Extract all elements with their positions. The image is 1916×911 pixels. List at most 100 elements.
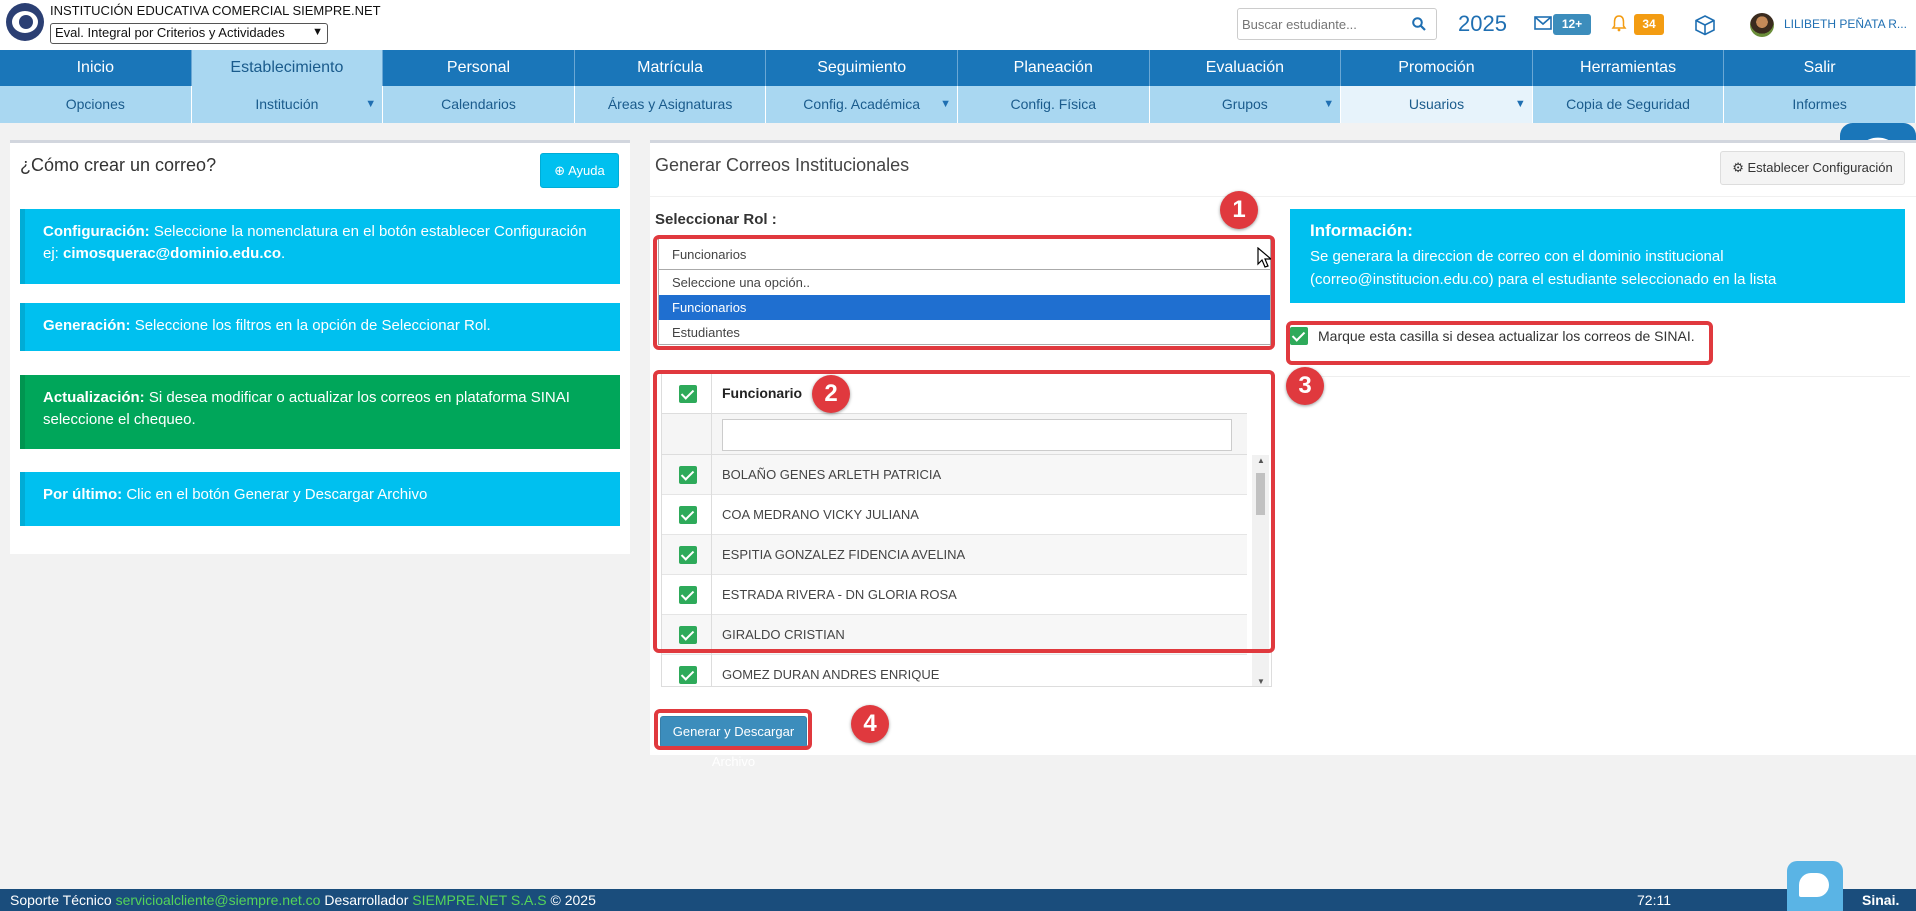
table-row[interactable]: GOMEZ DURAN ANDRES ENRIQUE (662, 655, 1247, 686)
row-check-cell (662, 535, 712, 575)
set-configuration-label: Establecer Configuración (1747, 160, 1893, 175)
subnav-opciones[interactable]: Opciones (0, 86, 192, 123)
subnav-calendarios[interactable]: Calendarios (383, 86, 575, 123)
nav-herramientas[interactable]: Herramientas (1532, 50, 1725, 86)
step-text: Seleccione los filtros en la opción de S… (130, 317, 491, 334)
panel-title: Generar Correos Institucionales (655, 155, 910, 175)
subnav-areas-asignaturas[interactable]: Áreas y Asignaturas (574, 86, 767, 123)
mail-icon[interactable] (1534, 16, 1552, 30)
role-select[interactable]: Funcionarios (658, 238, 1271, 270)
row-checkbox[interactable] (679, 626, 697, 644)
row-checkbox[interactable] (679, 586, 697, 604)
divider (1290, 376, 1910, 377)
instructions-title: ¿Cómo crear un correo? (20, 155, 217, 175)
messages-badge[interactable]: 12+ (1553, 14, 1591, 35)
caret-down-icon: ▼ (365, 98, 377, 110)
page-tools (1840, 123, 1916, 351)
evaluation-mode-select[interactable]: Eval. Integral por Criterios y Actividad… (50, 23, 328, 44)
table-row[interactable]: BOLAÑO GENES ARLETH PATRICIA (662, 455, 1247, 495)
row-checkbox[interactable] (679, 506, 697, 524)
nav-evaluacion[interactable]: Evaluación (1149, 50, 1342, 86)
nav-seguimiento[interactable]: Seguimiento (766, 50, 958, 86)
role-label: Seleccionar Rol : (655, 211, 777, 228)
bell-icon[interactable] (1611, 14, 1627, 32)
generate-emails-panel: Generar Correos Institucionales ⚙ Establ… (650, 140, 1916, 769)
nav-promocion[interactable]: Promoción (1341, 50, 1533, 86)
subnav-grupos[interactable]: Grupos ▼ (1149, 86, 1342, 123)
sinai-update-label: Marque esta casilla si desea actualizar … (1318, 328, 1695, 344)
nav-establecimiento[interactable]: Establecimiento (191, 50, 384, 86)
step-text-end: . (281, 245, 286, 262)
staff-name: ESPITIA GONZALEZ FIDENCIA AVELINA (722, 547, 966, 562)
evaluation-mode-value: Eval. Integral por Criterios y Actividad… (55, 25, 285, 40)
grid-scrollbar[interactable]: ▲ ▼ (1252, 455, 1269, 686)
subnav-informes[interactable]: Informes (1724, 86, 1916, 123)
help-button[interactable]: ⊕ Ayuda (540, 153, 619, 188)
nav-planeacion[interactable]: Planeación (957, 50, 1150, 86)
user-name[interactable]: LILIBETH PEÑATA R... (1784, 17, 1907, 31)
academic-year[interactable]: 2025 (1458, 11, 1507, 37)
table-row[interactable]: ESTRADA RIVERA - DN GLORIA ROSA (662, 575, 1247, 615)
generate-download-button[interactable]: Generar y Descargar Archivo (660, 716, 807, 769)
nav-personal[interactable]: Personal (383, 50, 575, 86)
subnav-config-fisica[interactable]: Config. Física (957, 86, 1150, 123)
role-option-placeholder[interactable]: Seleccione una opción.. (659, 270, 1270, 295)
notifications-badge[interactable]: 34 (1634, 14, 1664, 35)
grid-filter-input[interactable] (722, 419, 1232, 451)
subnav-label: Config. Académica (803, 96, 921, 112)
chat-icon[interactable] (1787, 861, 1843, 911)
subnav-usuarios[interactable]: Usuarios ▼ (1341, 86, 1533, 123)
row-checkbox[interactable] (679, 546, 697, 564)
sinai-update-checkbox[interactable] (1290, 327, 1308, 345)
sub-menu: Opciones Institución ▼ Calendarios Áreas … (0, 86, 1916, 123)
information-text: Se generara la direccion de correo con e… (1310, 248, 1777, 288)
chevron-down-icon: ▼ (312, 26, 323, 38)
role-option-estudiantes[interactable]: Estudiantes (659, 320, 1270, 345)
scroll-down-icon[interactable]: ▼ (1257, 677, 1265, 686)
row-checkbox[interactable] (679, 666, 697, 684)
user-avatar[interactable] (1750, 13, 1774, 37)
table-row[interactable]: ESPITIA GONZALEZ FIDENCIA AVELINA (662, 535, 1247, 575)
instructions-panel: ¿Cómo crear un correo? ⊕ Ayuda Configura… (10, 140, 630, 554)
caret-down-icon: ▼ (1514, 98, 1526, 110)
subnav-label: Informes (1792, 96, 1847, 112)
row-check-cell (662, 655, 712, 686)
footer: Soporte Técnico servicioalcliente@siempr… (0, 889, 1916, 911)
table-row[interactable]: COA MEDRANO VICKY JULIANA (662, 495, 1247, 535)
session-timer: 72:11 (1637, 892, 1671, 908)
student-search[interactable] (1237, 8, 1437, 40)
row-check-cell (662, 495, 712, 535)
student-search-input[interactable] (1238, 9, 1398, 39)
scroll-thumb[interactable] (1256, 473, 1265, 515)
staff-name: GOMEZ DURAN ANDRES ENRIQUE (722, 667, 940, 682)
staff-name: COA MEDRANO VICKY JULIANA (722, 507, 919, 522)
cube-icon[interactable] (1694, 14, 1716, 36)
subnav-institucion[interactable]: Institución ▼ (191, 86, 384, 123)
row-check-cell (662, 455, 712, 495)
sinai-update-option[interactable]: Marque esta casilla si desea actualizar … (1290, 325, 1710, 347)
table-row[interactable]: GIRALDO CRISTIAN (662, 615, 1247, 655)
nav-matricula[interactable]: Matrícula (574, 50, 767, 86)
row-checkbox[interactable] (679, 466, 697, 484)
caret-down-icon: ▼ (1323, 98, 1335, 110)
nav-salir[interactable]: Salir (1724, 50, 1916, 86)
nav-inicio[interactable]: Inicio (0, 50, 192, 86)
subnav-label: Calendarios (441, 96, 516, 112)
institution-logo (6, 3, 44, 41)
row-check-cell (662, 575, 712, 615)
select-all-checkbox[interactable] (679, 385, 697, 403)
developer-link[interactable]: SIEMPRE.NET S.A.S (412, 892, 546, 908)
subnav-copia-seguridad[interactable]: Copia de Seguridad (1532, 86, 1725, 123)
subnav-label: Áreas y Asignaturas (607, 96, 733, 112)
grid-column-funcionario[interactable]: Funcionario (722, 385, 802, 401)
step-marker-4: 4 (851, 705, 889, 743)
scroll-up-icon[interactable]: ▲ (1257, 456, 1265, 465)
set-configuration-button[interactable]: ⚙ Establecer Configuración (1720, 151, 1905, 185)
divider (650, 196, 1916, 197)
role-option-funcionarios[interactable]: Funcionarios (659, 295, 1270, 320)
brand-logo-text: Sinai. (1862, 892, 1900, 908)
step-marker-2: 2 (812, 375, 850, 413)
subnav-config-academica[interactable]: Config. Académica ▼ (766, 86, 958, 123)
search-icon[interactable] (1412, 17, 1426, 31)
support-email-link[interactable]: servicioalcliente@siempre.net.co (116, 892, 321, 908)
